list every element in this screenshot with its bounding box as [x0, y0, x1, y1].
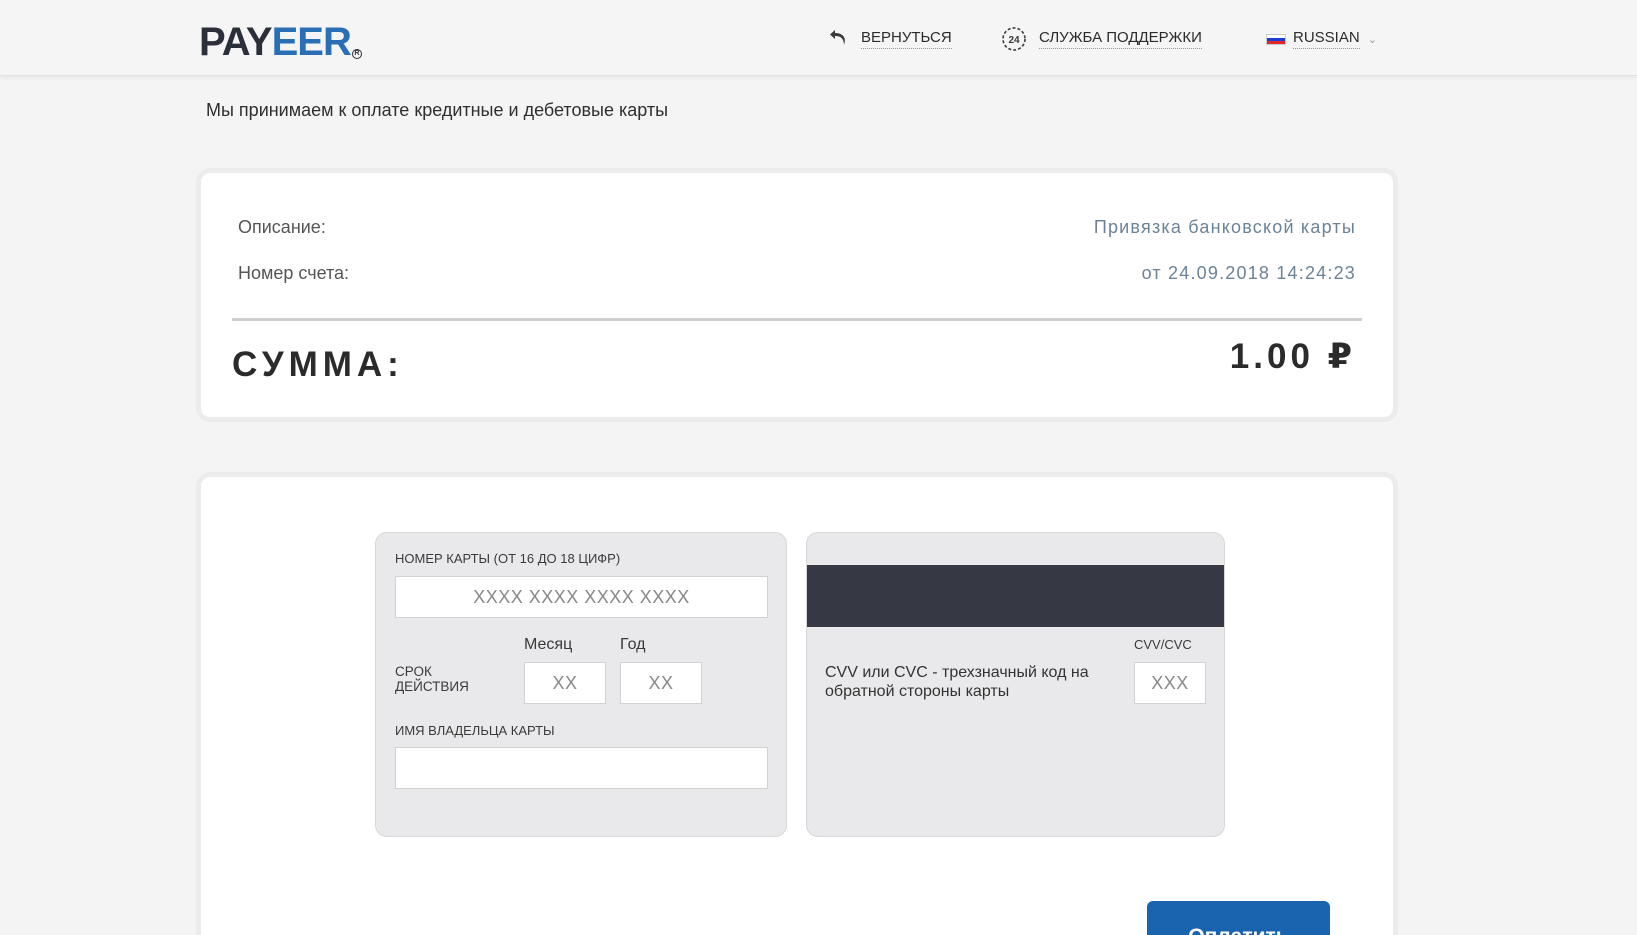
card-number-label: НОМЕР КАРТЫ (ОТ 16 ДО 18 ЦИФР): [395, 551, 621, 566]
expiry-year-input[interactable]: [620, 662, 702, 704]
cardholder-name-label: ИМЯ ВЛАДЕЛЬЦА КАРТЫ: [395, 723, 555, 738]
pay-button[interactable]: Оплатить: [1147, 901, 1330, 935]
payeer-logo[interactable]: PAYEER R: [199, 18, 362, 66]
support-icon-text: 24: [1008, 35, 1020, 46]
year-label: Год: [620, 636, 646, 653]
language-selector[interactable]: RUSSIAN ⌄: [1266, 26, 1377, 52]
summary-divider: [232, 318, 1362, 321]
header-bar: PAYEER R ВЕРНУТЬСЯ 24 СЛУЖБА ПОДДЕРЖКИ RU…: [0, 0, 1637, 76]
support-link[interactable]: 24 СЛУЖБА ПОДДЕРЖКИ: [1001, 26, 1202, 52]
chevron-down-icon: ⌄: [1367, 33, 1377, 46]
expiry-label: СРОК ДЕЙСТВИЯ: [395, 664, 469, 694]
back-link[interactable]: ВЕРНУТЬСЯ: [829, 26, 952, 52]
order-summary-panel: Описание: Привязка банковской карты Номе…: [196, 168, 1398, 422]
description-value: Привязка банковской карты: [1093, 217, 1356, 237]
total-label: СУММА:: [232, 345, 404, 384]
return-arrow-icon: [830, 30, 845, 45]
magnetic-stripe: [807, 565, 1224, 627]
cvv-description: CVV или CVC - трехзначный код на обратно…: [825, 664, 1089, 700]
back-label: ВЕРНУТЬСЯ: [861, 29, 952, 49]
registered-mark: R: [351, 49, 362, 59]
expiry-month-input[interactable]: [524, 662, 606, 704]
card-number-input[interactable]: [395, 576, 768, 618]
card-front: НОМЕР КАРТЫ (ОТ 16 ДО 18 ЦИФР) Месяц Год…: [375, 532, 787, 837]
total-amount: 1.00 ₽: [1229, 337, 1356, 376]
support-24-icon: 24: [1002, 27, 1026, 51]
logo-text-eer: EER: [271, 20, 352, 64]
month-label: Месяц: [524, 636, 573, 653]
language-label: RUSSIAN: [1293, 29, 1360, 49]
card-back: CVV/CVC CVV или CVC - трехзначный код на…: [806, 532, 1225, 837]
logo-text-pay: PAY: [199, 20, 273, 64]
cvv-label: CVV/CVC: [1134, 637, 1192, 652]
cvv-input[interactable]: [1134, 662, 1206, 704]
account-number-value: от 24.09.2018 14:24:23: [1141, 263, 1356, 283]
russia-flag-icon: [1266, 33, 1286, 45]
cardholder-name-input[interactable]: [395, 747, 768, 789]
accepted-cards-note: Мы принимаем к оплате кредитные и дебето…: [206, 100, 669, 120]
payment-form-panel: НОМЕР КАРТЫ (ОТ 16 ДО 18 ЦИФР) Месяц Год…: [196, 472, 1398, 935]
description-label: Описание:: [238, 217, 326, 237]
support-label: СЛУЖБА ПОДДЕРЖКИ: [1039, 29, 1202, 49]
account-number-label: Номер счета:: [238, 263, 350, 283]
